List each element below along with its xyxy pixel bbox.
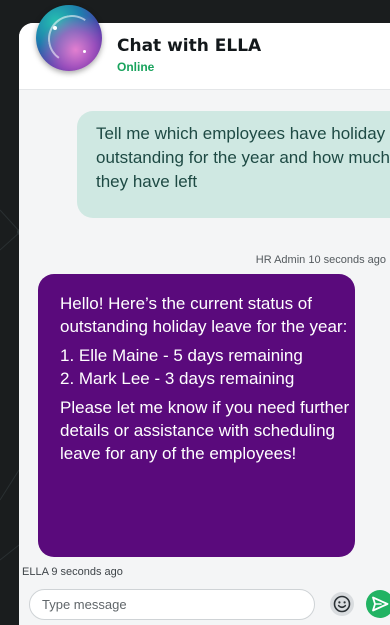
smiley-icon [330, 592, 354, 616]
chat-title: Chat with ELLA [117, 36, 262, 56]
emoji-button[interactable] [329, 591, 355, 617]
send-button[interactable] [366, 590, 390, 618]
message-input[interactable] [29, 589, 315, 620]
online-status: Online [117, 60, 155, 74]
avatar-arc [44, 11, 100, 67]
send-icon [372, 596, 389, 612]
bot-message-list: 1. Elle Maine - 5 days remaining 2. Mark… [60, 346, 303, 388]
bot-message-paragraph: Please let me know if you need further d… [60, 398, 350, 463]
bot-message-text: Hello! Here’s the current status of outs… [60, 292, 350, 465]
bot-message-paragraph: Hello! Here’s the current status of outs… [60, 294, 348, 336]
ella-avatar [36, 5, 102, 71]
user-message-meta: HR Admin 10 seconds ago [255, 254, 386, 266]
avatar-sparkle [53, 26, 57, 30]
user-message-text: Tell me which employees have holiday out… [96, 124, 390, 191]
avatar-sparkle [83, 50, 86, 53]
bot-message-meta: ELLA 9 seconds ago [22, 566, 123, 578]
